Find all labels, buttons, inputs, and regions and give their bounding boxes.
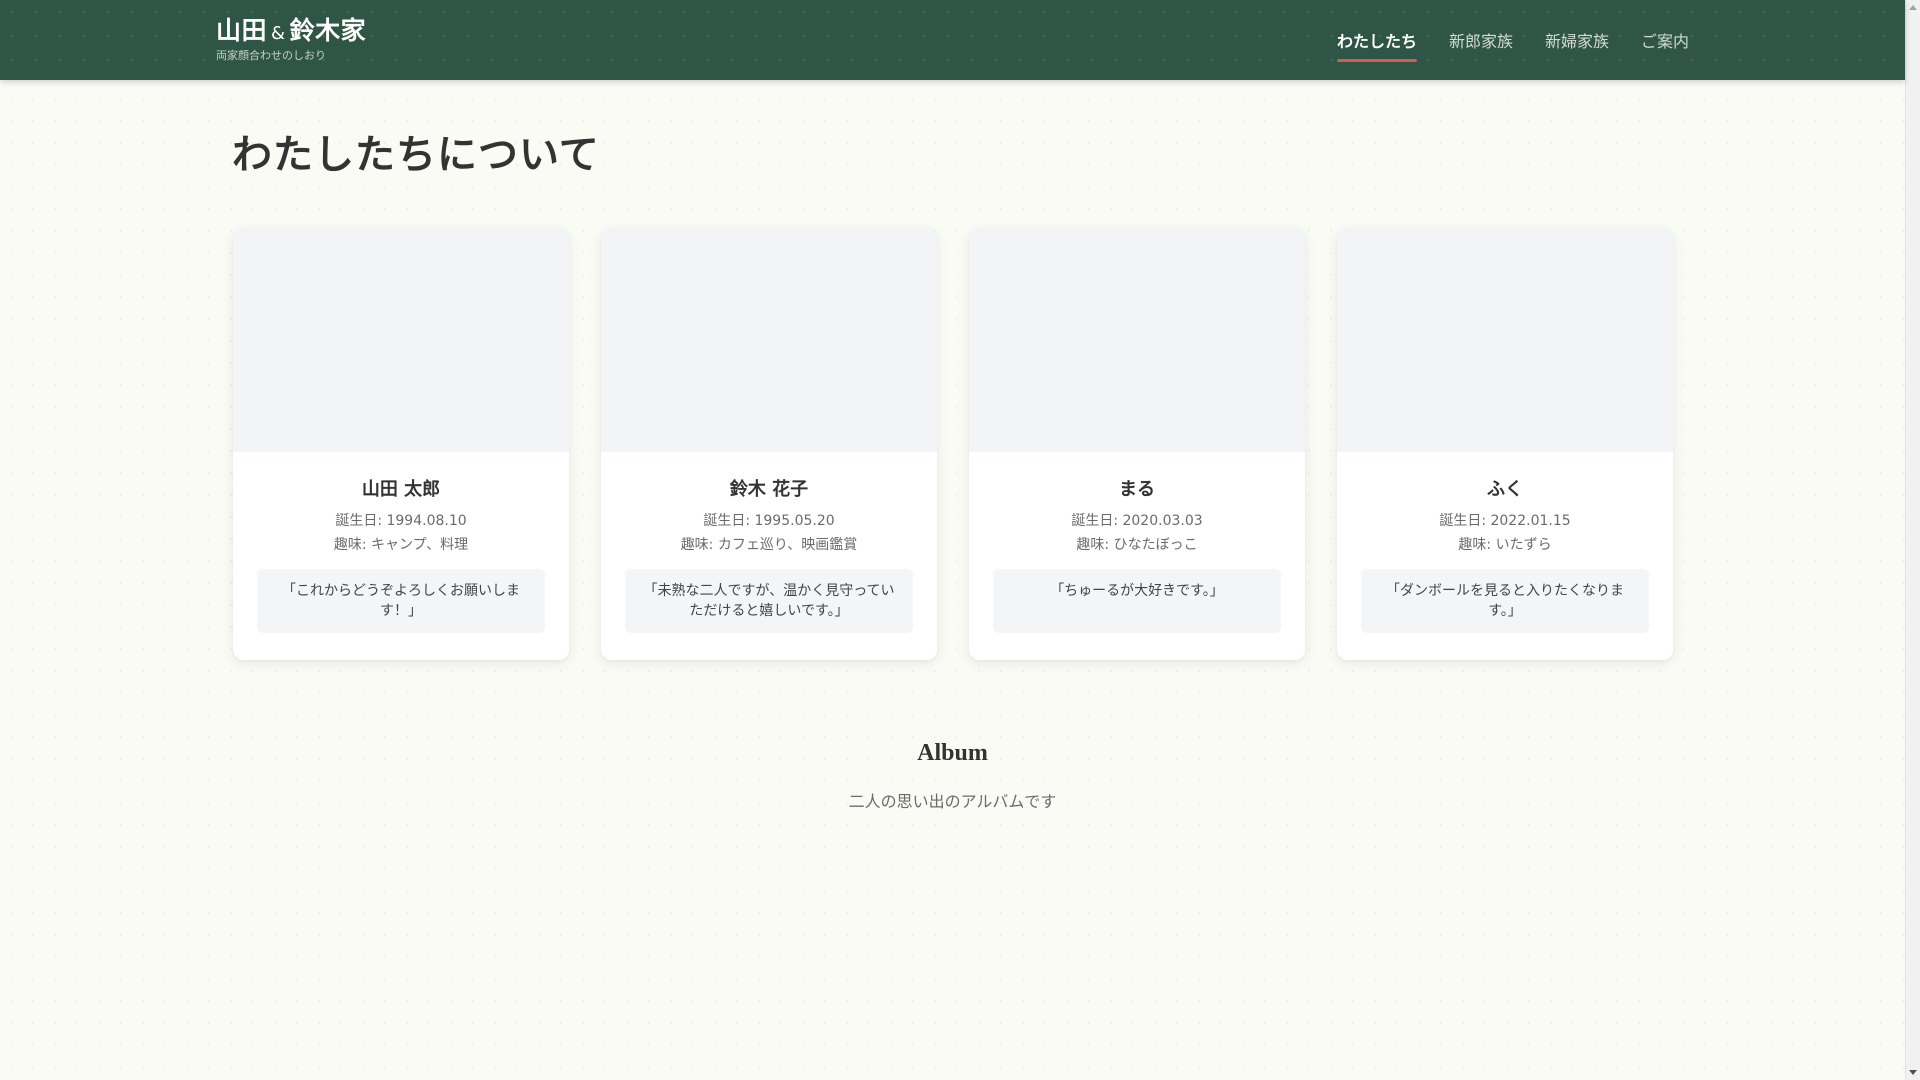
- profile-hobby: 趣味: いたずら: [1458, 537, 1552, 553]
- page-scrollbar[interactable]: [1905, 0, 1920, 1080]
- album-heading: Album: [917, 740, 988, 766]
- profile-hobby: 趣味: カフェ巡り、映画鑑賞: [680, 537, 858, 553]
- site-title: 山田 & 鈴木家: [216, 16, 366, 49]
- profile-name: 山田 太郎: [361, 479, 441, 500]
- profile-photo-placeholder: [601, 228, 937, 452]
- profile-photo-placeholder: [969, 228, 1305, 452]
- profile-birthday: 誕生日: 1994.08.10: [335, 513, 467, 529]
- profile-birthday: 誕生日: 1995.05.20: [703, 513, 835, 529]
- profile-birthday: 誕生日: 2022.01.15: [1439, 513, 1571, 529]
- profile-hobby: 趣味: キャンプ、料理: [333, 537, 469, 553]
- profile-photo-placeholder: [233, 228, 569, 452]
- site-brand[interactable]: 山田 & 鈴木家 両家顔合わせのしおり: [216, 16, 366, 63]
- scroll-up-arrow-icon[interactable]: [1909, 5, 1917, 10]
- profile-hobby: 趣味: ひなたぼっこ: [1076, 537, 1198, 553]
- scroll-down-arrow-icon[interactable]: [1909, 1070, 1917, 1075]
- brand-ampersand: &: [271, 23, 286, 44]
- profile-message: 「ダンボールを見ると入りたくなります。」: [1361, 569, 1649, 633]
- profile-card-hanako: 鈴木 花子 誕生日: 1995.05.20 趣味: カフェ巡り、映画鑑賞 「未熟…: [601, 228, 937, 660]
- site-header: 山田 & 鈴木家 両家顔合わせのしおり わたしたち 新郎家族 新婦家族 ご案内: [0, 0, 1905, 80]
- profile-birthday: 誕生日: 2020.03.03: [1071, 513, 1203, 529]
- profile-card-maru: まる 誕生日: 2020.03.03 趣味: ひなたぼっこ 「ちゅーるが大好きで…: [969, 228, 1305, 660]
- about-us-heading: わたしたちについて: [232, 132, 600, 178]
- profile-card-taro: 山田 太郎 誕生日: 1994.08.10 趣味: キャンプ、料理 「これからど…: [233, 228, 569, 660]
- profile-name: 鈴木 花子: [729, 479, 809, 500]
- profile-message: 「ちゅーるが大好きです。」: [993, 569, 1281, 633]
- brand-name-suzuki: 鈴木家: [289, 16, 367, 45]
- nav-item-information[interactable]: ご案内: [1641, 20, 1689, 60]
- album-subtitle: 二人の思い出のアルバムです: [848, 792, 1057, 811]
- profile-message: 「未熟な二人ですが、温かく見守っていただけると嬉しいです。」: [625, 569, 913, 633]
- main-nav: わたしたち 新郎家族 新婦家族 ご案内: [1305, 0, 1689, 80]
- profile-card-fuku: ふく 誕生日: 2022.01.15 趣味: いたずら 「ダンボールを見ると入り…: [1337, 228, 1673, 660]
- site-subtitle: 両家顔合わせのしおり: [216, 49, 326, 62]
- profile-cards: 山田 太郎 誕生日: 1994.08.10 趣味: キャンプ、料理 「これからど…: [233, 228, 1673, 660]
- profile-name: まる: [1119, 479, 1155, 500]
- profile-name: ふく: [1487, 479, 1523, 500]
- nav-item-watashitachi[interactable]: わたしたち: [1336, 20, 1417, 62]
- brand-name-yamada: 山田: [216, 16, 268, 45]
- profile-photo-placeholder: [1337, 228, 1673, 452]
- profile-message: 「これからどうぞよろしくお願いします！」: [257, 569, 545, 633]
- nav-item-bride-family[interactable]: 新婦家族: [1545, 20, 1609, 60]
- nav-item-groom-family[interactable]: 新郎家族: [1449, 20, 1513, 60]
